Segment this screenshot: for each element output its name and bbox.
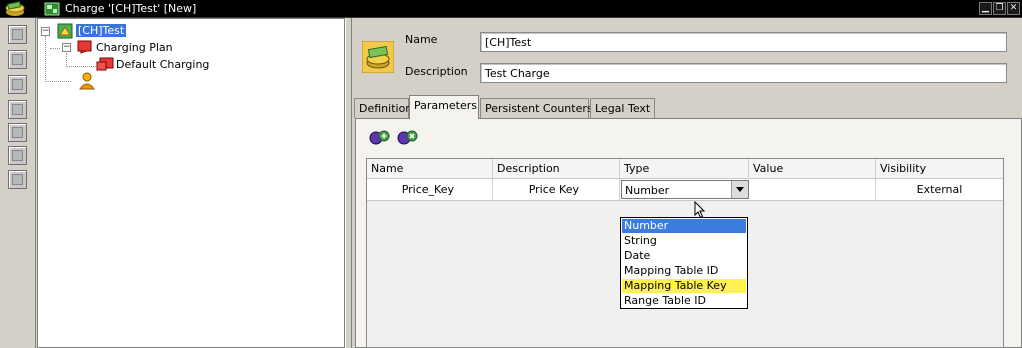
cell-name[interactable]: Price_Key [367,179,493,200]
restore-button[interactable]: ❐ [993,2,1006,15]
tool-3-icon [12,79,23,90]
description-label: Description [405,65,468,78]
tree-connector [66,53,67,67]
user-parameters-icon[interactable] [78,72,96,90]
app-coins-icon[interactable] [4,1,26,17]
tab-legal-text[interactable]: Legal Text [590,98,655,118]
dropdown-option-range-table-id[interactable]: Range Table ID [622,294,746,308]
tree-item-charging-plan[interactable]: Charging Plan [96,41,173,54]
tree-connector [66,66,96,67]
charging-plan-icon [77,40,92,54]
default-charging-icon [96,57,114,71]
description-field[interactable]: Test Charge [480,63,1007,83]
tree-expander-root[interactable]: − [41,27,50,36]
dropdown-option-string[interactable]: String [622,234,746,248]
type-combobox[interactable]: Number [621,180,749,199]
column-header-value[interactable]: Value [749,159,876,179]
tab-definition[interactable]: Definition [354,98,412,118]
tool-4-icon [12,104,23,115]
tool-7-icon [12,174,23,185]
grid-header: Name Description Type Value Visibility [367,159,1003,179]
add-parameter-icon[interactable] [368,128,390,146]
toolbar-button-4[interactable] [8,100,27,119]
window-title: Charge '[CH]Test' [New] [65,2,197,15]
tree-connector [50,48,60,49]
close-button[interactable]: ✕ [1007,2,1020,15]
tree-item-default-charging[interactable]: Default Charging [116,58,209,71]
column-header-name[interactable]: Name [367,159,493,179]
tree-panel: − [CH]Test − Charging Plan Default Charg… [37,18,345,348]
combobox-dropdown-button[interactable] [731,181,748,198]
tab-parameters[interactable]: Parameters [409,95,479,119]
column-header-type[interactable]: Type [620,159,749,179]
minimize-button[interactable]: ▁ [979,2,992,15]
left-toolbar [0,18,36,348]
mouse-pointer-icon [694,201,706,219]
tree-expander-charging-plan[interactable]: − [62,43,71,52]
table-row[interactable]: Price_Key Price Key Number External [367,179,1003,201]
dropdown-option-number[interactable]: Number [622,219,746,233]
tool-6-icon [12,150,23,161]
dropdown-option-mapping-table-id[interactable]: Mapping Table ID [622,264,746,278]
charge-coins-icon [362,41,394,73]
toolbar-button-2[interactable] [8,50,27,69]
name-label: Name [405,33,438,46]
tree-connector [45,36,46,82]
toolbar-button-7[interactable] [8,170,27,189]
chevron-down-icon [736,187,744,192]
cell-description[interactable]: Price Key [493,179,620,200]
panel-splitter[interactable] [345,18,352,348]
tool-1-icon [12,29,23,40]
cell-value[interactable] [749,179,876,200]
dropdown-option-mapping-table-key[interactable]: Mapping Table Key [622,279,746,293]
charge-window-icon [44,2,60,16]
tool-5-icon [12,127,23,138]
toolbar-button-5[interactable] [8,123,27,142]
tree-item-charge[interactable]: [CH]Test [76,24,127,37]
window-title-bar: Charge '[CH]Test' [New] ▁ ❐ ✕ [0,0,1022,18]
column-header-description[interactable]: Description [493,159,620,179]
type-combobox-value: Number [625,184,670,197]
remove-parameter-icon[interactable] [396,128,418,146]
column-header-visibility[interactable]: Visibility [876,159,1003,179]
tab-persistent-counters[interactable]: Persistent Counters [480,98,593,118]
window-controls: ▁ ❐ ✕ [978,2,1020,16]
toolbar-button-6[interactable] [8,146,27,165]
toolbar-button-3[interactable] [8,75,27,94]
dropdown-option-date[interactable]: Date [622,249,746,263]
details-panel: Name [CH]Test Description Test Charge De… [352,18,1022,348]
toolbar-button-1[interactable] [8,25,27,44]
cell-visibility[interactable]: External [876,179,1003,200]
tool-2-icon [12,54,23,65]
type-dropdown-list: Number String Date Mapping Table ID Mapp… [620,217,748,309]
name-field[interactable]: [CH]Test [480,32,1007,52]
tree-connector [45,81,71,82]
charge-node-icon [57,23,73,39]
